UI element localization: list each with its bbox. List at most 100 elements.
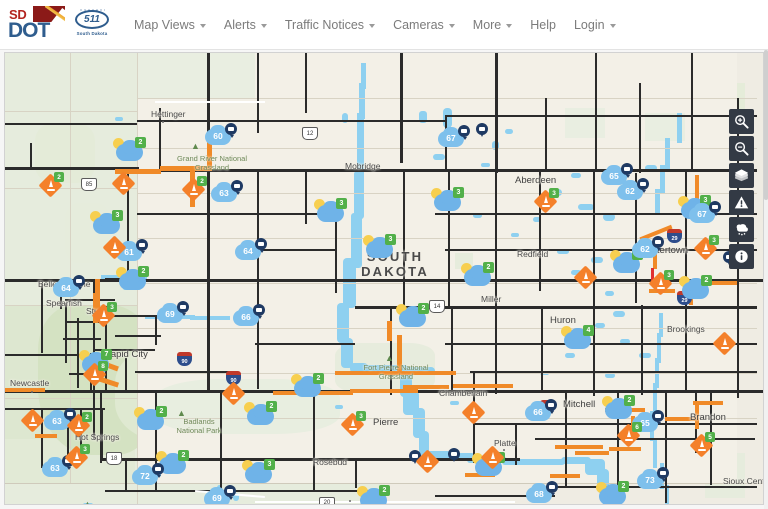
weather-marker[interactable]: 3 [241,459,275,485]
route-shield-us-14[interactable]: 14 [429,300,445,313]
construction-marker[interactable] [102,235,127,260]
weather-marker[interactable]: 2 [395,303,429,329]
count-badge: 7 [101,349,112,360]
weather-marker[interactable]: 2 [112,137,146,163]
camera-cluster-marker[interactable]: 63 [211,180,243,204]
camera-cluster-marker[interactable]: 67 [689,201,721,225]
weather-marker[interactable]: 3 [362,234,396,260]
pin-tip [452,458,456,462]
camera-cluster-marker[interactable]: 73 [637,467,669,491]
construction-marker[interactable]: 3 [533,188,559,214]
camera-marker[interactable] [476,123,488,138]
construction-marker[interactable] [415,449,440,474]
camera-cluster-marker[interactable]: 69 [157,301,189,325]
camera-marker[interactable] [448,448,460,463]
construction-marker[interactable]: 3 [648,270,674,296]
construction-marker[interactable]: 8 [82,361,108,387]
construction-marker[interactable]: 3 [64,444,90,470]
camera-cluster-marker[interactable]: 68 [526,481,558,504]
construction-marker[interactable] [221,381,246,406]
weather-marker[interactable]: 2 [595,481,629,504]
construction-marker[interactable]: 5 [689,432,715,458]
construction-marker[interactable] [111,171,136,196]
zoom-out-icon[interactable] [729,136,754,161]
nav-item-help[interactable]: Help [521,12,565,38]
route-shield-20[interactable]: 20 [319,497,335,504]
weather-marker[interactable]: 2 [460,262,494,288]
camera-cluster-marker[interactable]: 66 [525,399,557,423]
route-shield-i29[interactable]: 29 [667,229,682,243]
weather-cloud-snow-icon[interactable] [729,217,754,242]
city-label: Brookings [667,324,705,334]
construction-marker[interactable]: 2 [181,176,207,202]
park-label-line2: Grassland [194,163,230,172]
route-shield-us-12[interactable]: 12 [302,127,318,140]
nav-item-login[interactable]: Login [565,12,625,38]
weather-marker[interactable]: 4 [560,325,594,351]
weather-marker[interactable]: 2 [115,266,149,292]
park-label-line1: Grand River National [176,154,248,163]
construction-cone-icon [582,272,590,283]
camera-cluster-marker[interactable]: 60 [205,123,237,147]
info-icon[interactable] [729,244,754,269]
weather-marker[interactable]: 2 [290,373,324,399]
camera-cluster-marker[interactable]: 67 [438,125,470,149]
construction-marker[interactable]: 3 [340,411,366,437]
weather-marker[interactable]: 2 [601,395,635,421]
camera-cluster-marker[interactable]: 65 [601,163,633,187]
construction-marker[interactable]: 3 [91,302,117,328]
alert-triangle-icon[interactable] [729,190,754,215]
city-label: Spearfish [46,298,82,308]
construction-marker[interactable]: 6 [616,422,642,448]
construction-marker[interactable] [573,265,598,290]
camera-icon [177,301,189,316]
construction-marker[interactable] [712,331,737,356]
construction-marker[interactable]: 2 [38,172,64,198]
camera-cluster-marker[interactable]: 69 [204,485,236,504]
construction-cone-icon [702,243,710,254]
route-shield-us-18[interactable]: 18 [106,452,122,465]
weather-marker[interactable]: 3 [89,210,123,236]
camera-cluster-marker[interactable]: 62 [632,236,664,260]
map-frame[interactable]: SOUTH DAKOTA Hettinger Mobridge Aberdeen… [4,52,764,505]
state-label-line2: DAKOTA [361,264,429,279]
nav-item-more[interactable]: More [464,12,521,38]
511-subtitle: South Dakota [76,30,108,36]
construction-cone-icon [75,420,83,431]
nav-item-alerts[interactable]: Alerts [215,12,276,38]
page-scrollbar[interactable] [764,50,768,509]
count-badge: 2 [313,373,324,384]
construction-cone-icon [625,430,633,441]
map-canvas[interactable]: SOUTH DAKOTA Hettinger Mobridge Aberdeen… [5,53,763,504]
chevron-down-icon [260,23,267,28]
construction-marker[interactable] [480,445,505,470]
weather-marker[interactable]: 2 [356,485,390,504]
scrollbar-thumb[interactable] [764,50,768,200]
camera-cluster-marker[interactable]: 64 [53,275,85,299]
nav-item-map-views[interactable]: Map Views [125,12,215,38]
weather-marker[interactable]: 3 [313,198,347,224]
weather-marker[interactable]: 2 [243,401,277,427]
511-logo[interactable]: 511 South Dakota [75,7,111,42]
route-shield-us-85[interactable]: 85 [81,178,97,191]
count-badge: 3 [709,235,719,245]
construction-cone-icon [111,242,119,253]
camera-cluster-marker[interactable]: 64 [235,238,267,262]
route-shield-i90[interactable]: 90 [177,352,192,366]
camera-cluster-marker[interactable]: 72 [132,463,164,487]
construction-cone-icon [91,369,99,380]
sddot-logo[interactable]: SD DOT [8,5,66,45]
weather-marker[interactable]: 2 [678,275,712,301]
construction-marker[interactable]: 2 [66,412,92,438]
layers-icon[interactable] [729,163,754,188]
construction-marker[interactable] [20,408,45,433]
weather-marker[interactable]: 2 [133,406,167,432]
camera-cluster-marker[interactable]: 66 [233,304,265,328]
count-badge: 6 [632,422,642,432]
weather-marker[interactable]: 3 [430,187,464,213]
nav-item-traffic-notices[interactable]: Traffic Notices [276,12,384,38]
nav-item-cameras[interactable]: Cameras [384,12,464,38]
construction-marker[interactable]: 3 [693,235,719,261]
zoom-in-icon[interactable] [729,109,754,134]
construction-marker[interactable] [461,400,486,425]
